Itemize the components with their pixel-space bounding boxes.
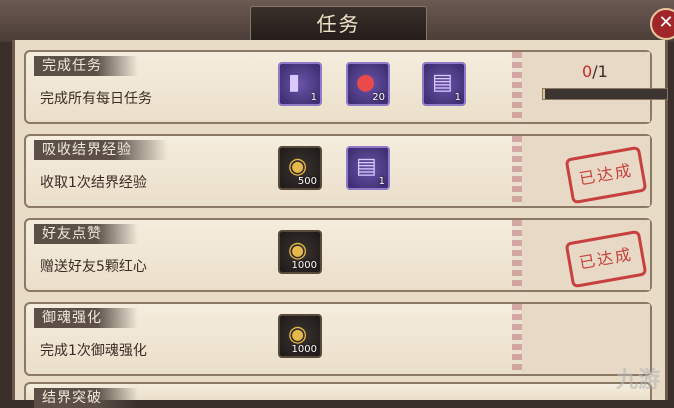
task-desc: 完成1次御魂强化 xyxy=(40,343,147,359)
reward-item[interactable]: ▤ 1 xyxy=(422,62,466,106)
reward-qty: 1 xyxy=(454,92,461,103)
card-divider xyxy=(512,52,522,122)
summon-scroll-icon: ▤ xyxy=(432,70,453,95)
reward-item[interactable]: ◉ 1000 xyxy=(278,314,322,358)
reward-qty: 1000 xyxy=(291,260,317,271)
reward-qty: 1 xyxy=(378,176,385,187)
task-status-area: 0/1 xyxy=(522,52,668,122)
completed-stamp: 已达成 xyxy=(564,145,648,205)
task-desc: 收取1次结界经验 xyxy=(40,175,147,191)
window-header: 任务 ✕ xyxy=(0,0,674,42)
task-desc: 赠送好友5颗红心 xyxy=(40,259,147,275)
task-card: 结界突破 xyxy=(24,382,652,408)
task-card: 吸收结界经验 收取1次结界经验 ◉ 500 ▤ 1 已达成 xyxy=(24,134,652,208)
reward-qty: 500 xyxy=(297,176,317,187)
card-divider xyxy=(512,220,522,290)
purple-talisman-icon: ▮ xyxy=(288,70,301,95)
reward-qty: 1 xyxy=(310,92,317,103)
task-status-area: 已达成 xyxy=(522,136,650,206)
progress-bar xyxy=(542,88,668,100)
card-divider xyxy=(512,304,522,374)
task-title: 吸收结界经验 xyxy=(34,140,168,160)
reward-item[interactable]: ◉ 1000 xyxy=(278,230,322,274)
window-title: 任务 xyxy=(250,6,427,42)
reward-item[interactable]: ◉ 500 xyxy=(278,146,322,190)
task-title: 好友点赞 xyxy=(34,224,138,244)
progress-current: 0 xyxy=(582,62,593,81)
task-status-area: 已达成 xyxy=(522,220,650,290)
progress-fill xyxy=(543,89,546,99)
task-card: 完成任务 完成所有每日任务 ▮ 1 ● 20 ▤ 1 0/1 xyxy=(24,50,668,124)
task-title: 完成任务 xyxy=(34,56,138,76)
watermark-logo: 九游 xyxy=(615,368,660,393)
progress-text: 0/1 xyxy=(582,62,608,81)
completed-stamp: 已达成 xyxy=(564,229,648,289)
card-divider xyxy=(512,136,522,206)
summon-scroll-icon: ▤ xyxy=(356,154,377,179)
reward-qty: 20 xyxy=(372,92,385,103)
close-button[interactable]: ✕ xyxy=(650,8,674,40)
reward-item[interactable]: ● 20 xyxy=(346,62,390,106)
task-title: 结界突破 xyxy=(34,388,138,408)
task-desc: 完成所有每日任务 xyxy=(40,91,152,107)
task-title: 御魂强化 xyxy=(34,308,138,328)
task-card: 好友点赞 赠送好友5颗红心 ◉ 1000 已达成 xyxy=(24,218,652,292)
reward-item[interactable]: ▮ 1 xyxy=(278,62,322,106)
reward-item[interactable]: ▤ 1 xyxy=(346,146,390,190)
progress-total: /1 xyxy=(592,62,608,81)
task-card: 御魂强化 完成1次御魂强化 ◉ 1000 xyxy=(24,302,652,376)
reward-qty: 1000 xyxy=(291,344,317,355)
